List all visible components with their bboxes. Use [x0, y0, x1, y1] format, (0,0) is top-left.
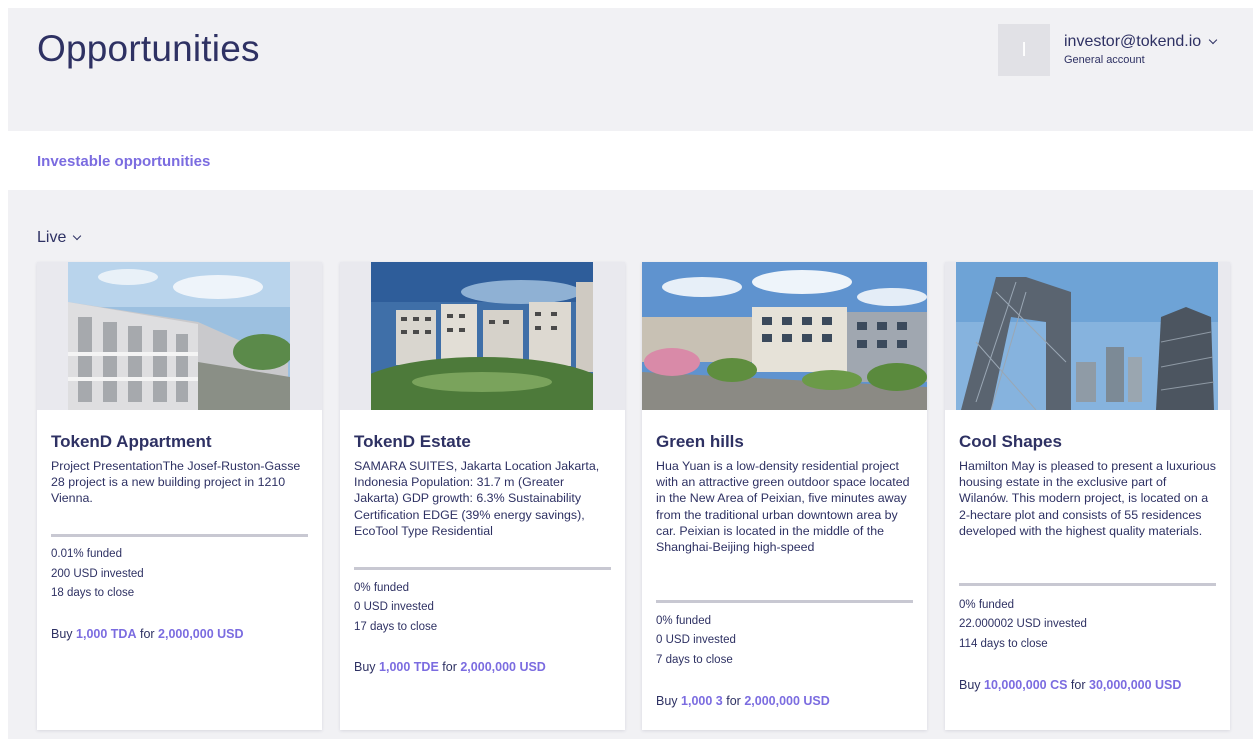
card-description: Hua Yuan is a low-density residential pr… [656, 459, 910, 555]
buy-offer[interactable]: Buy 1,000 TDE for 2,000,000 USD [354, 660, 546, 674]
amount-invested: 0 USD invested [354, 601, 434, 613]
opportunity-card[interactable]: TokenD Appartment Project PresentationTh… [37, 262, 322, 730]
property-photo [68, 262, 290, 410]
card-description: SAMARA SUITES, Jakarta Location Jakarta,… [354, 459, 600, 538]
user-email: investor@tokend.io [1064, 33, 1202, 50]
days-to-close: 17 days to close [354, 621, 438, 633]
buy-for: for [139, 627, 155, 641]
buy-amount: 1,000 TDE [379, 660, 439, 674]
funding-progress-bar [959, 583, 1216, 586]
amount-invested: 0 USD invested [656, 634, 736, 646]
buy-price: 30,000,000 USD [1089, 678, 1182, 692]
card-title[interactable]: TokenD Estate [354, 432, 471, 452]
property-image [340, 262, 625, 410]
buy-prefix: Buy [656, 694, 678, 708]
property-photo [371, 262, 593, 410]
days-to-close: 114 days to close [959, 638, 1048, 650]
funding-progress-bar [354, 567, 611, 570]
opportunity-card[interactable]: Cool Shapes Hamilton May is pleased to p… [945, 262, 1230, 730]
account-menu[interactable]: I investor@tokend.io General account [998, 24, 1248, 76]
buy-prefix: Buy [51, 627, 73, 641]
tab-bar: Investable opportunities [8, 131, 1253, 190]
account-type: General account [1064, 54, 1145, 66]
buy-price: 2,000,000 USD [158, 627, 244, 641]
funded-percent: 0% funded [354, 582, 409, 594]
buy-price: 2,000,000 USD [744, 694, 830, 708]
funding-progress-bar [656, 600, 913, 603]
buy-offer[interactable]: Buy 10,000,000 CS for 30,000,000 USD [959, 678, 1181, 692]
days-to-close: 18 days to close [51, 587, 135, 599]
avatar[interactable]: I [998, 24, 1050, 76]
page-title: Opportunities [37, 28, 260, 69]
property-photo [642, 262, 927, 410]
card-description: Project PresentationThe Josef-Ruston-Gas… [51, 459, 301, 506]
card-title[interactable]: Cool Shapes [959, 432, 1062, 452]
chevron-down-icon[interactable] [1208, 35, 1218, 45]
chevron-down-icon [73, 231, 82, 241]
opportunity-card[interactable]: Green hills Hua Yuan is a low-density re… [642, 262, 927, 730]
property-image [37, 262, 322, 410]
buy-for: for [442, 660, 457, 674]
buy-prefix: Buy [354, 660, 376, 674]
opportunity-card[interactable]: TokenD Estate SAMARA SUITES, Jakarta Loc… [340, 262, 625, 730]
buy-amount: 10,000,000 CS [984, 678, 1068, 692]
card-title[interactable]: Green hills [656, 432, 744, 452]
opportunities-list: Live TokenD Appartment Project Presentat… [8, 190, 1253, 739]
buy-price: 2,000,000 USD [460, 660, 546, 674]
buy-offer[interactable]: Buy 1,000 3 for 2,000,000 USD [656, 694, 830, 708]
buy-for: for [1070, 678, 1086, 692]
funded-percent: 0.01% funded [51, 548, 122, 560]
account-menu-toggle[interactable]: investor@tokend.io [1064, 33, 1218, 51]
property-image [642, 262, 927, 410]
amount-invested: 22.000002 USD invested [959, 618, 1087, 630]
card-title[interactable]: TokenD Appartment [51, 432, 212, 452]
funded-percent: 0% funded [656, 615, 711, 627]
buy-amount: 1,000 3 [681, 694, 723, 708]
property-image [945, 262, 1230, 410]
property-photo [956, 262, 1218, 410]
days-to-close: 7 days to close [656, 654, 733, 666]
amount-invested: 200 USD invested [51, 568, 144, 580]
status-filter-dropdown[interactable]: Live [37, 229, 82, 247]
buy-for: for [726, 694, 741, 708]
page-header: Opportunities I investor@tokend.io Gener… [8, 8, 1253, 131]
buy-amount: 1,000 TDA [76, 627, 137, 641]
buy-prefix: Buy [959, 678, 981, 692]
funded-percent: 0% funded [959, 599, 1014, 611]
status-filter-label: Live [37, 229, 67, 246]
card-description: Hamilton May is pleased to present a lux… [959, 459, 1216, 538]
tab-investable-opportunities[interactable]: Investable opportunities [37, 153, 210, 170]
funding-progress-bar [51, 534, 308, 537]
buy-offer[interactable]: Buy 1,000 TDA for 2,000,000 USD [51, 627, 244, 641]
